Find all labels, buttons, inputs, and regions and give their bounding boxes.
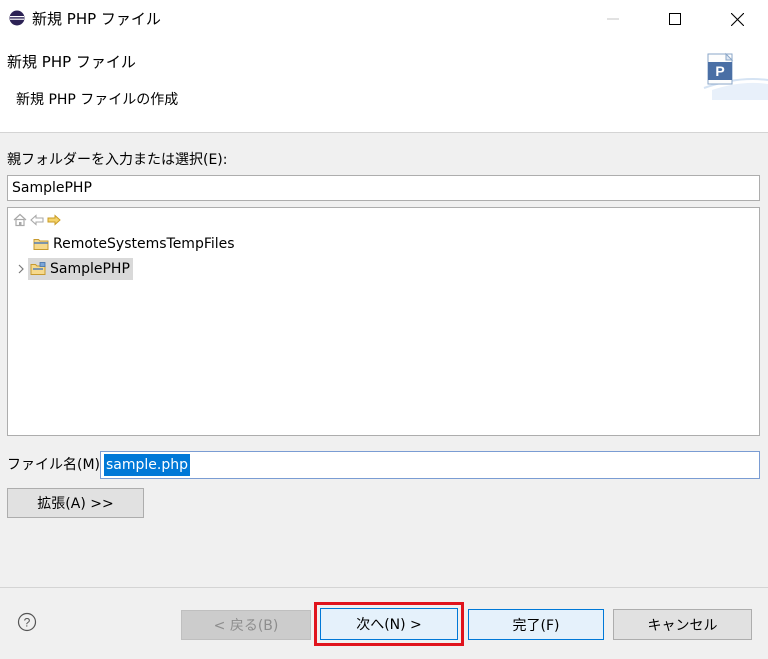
footer-divider [0,587,768,588]
tree-item-label: SamplePHP [50,261,130,277]
next-button[interactable]: 次へ(N) > [320,608,458,640]
expand-chevron-icon[interactable] [14,258,28,280]
maximize-button[interactable] [652,0,698,38]
window-title: 新規 PHP ファイル [32,10,161,28]
folder-tree[interactable]: RemoteSystemsTempFiles SamplePHP [7,207,760,436]
maximize-icon [669,13,681,25]
file-name-label: ファイル名(M): [7,457,105,473]
svg-text:?: ? [24,616,31,630]
tree-item-samplephp[interactable]: SamplePHP [14,258,133,280]
tree-navigation-toolbar [13,212,61,228]
parent-folder-label: 親フォルダーを入力または選択(E): [7,152,228,168]
home-icon[interactable] [13,213,27,227]
file-name-input[interactable]: sample.php [100,451,760,479]
file-name-selected-text: sample.php [104,454,190,476]
cancel-button[interactable]: キャンセル [613,609,752,640]
tree-item-selected[interactable]: SamplePHP [28,258,133,280]
php-file-wizard-icon: P [703,52,768,100]
minimize-icon [607,18,619,20]
help-icon[interactable]: ? [17,612,37,632]
tree-item-label: RemoteSystemsTempFiles [53,236,235,252]
project-folder-icon [30,262,46,275]
svg-text:P: P [715,63,724,79]
close-icon [730,12,744,26]
wizard-page-description: 新規 PHP ファイルの作成 [16,92,179,108]
wizard-header: 新規 PHP ファイル 新規 PHP ファイルの作成 P [0,38,768,133]
minimize-button[interactable] [590,0,636,38]
finish-button[interactable]: 完了(F) [468,609,604,640]
back-arrow-icon[interactable] [30,213,44,227]
tree-item-remotesystemstempfiles[interactable]: RemoteSystemsTempFiles [33,233,235,255]
folder-icon [33,239,49,250]
title-bar: 新規 PHP ファイル [0,0,768,38]
back-button[interactable]: < 戻る(B) [181,610,311,640]
close-button[interactable] [714,0,760,38]
wizard-page-title: 新規 PHP ファイル [7,53,136,71]
forward-arrow-icon[interactable] [47,213,61,227]
parent-folder-input[interactable]: SamplePHP [7,175,760,201]
advanced-button[interactable]: 拡張(A) >> [7,488,144,518]
eclipse-app-icon [9,10,25,26]
